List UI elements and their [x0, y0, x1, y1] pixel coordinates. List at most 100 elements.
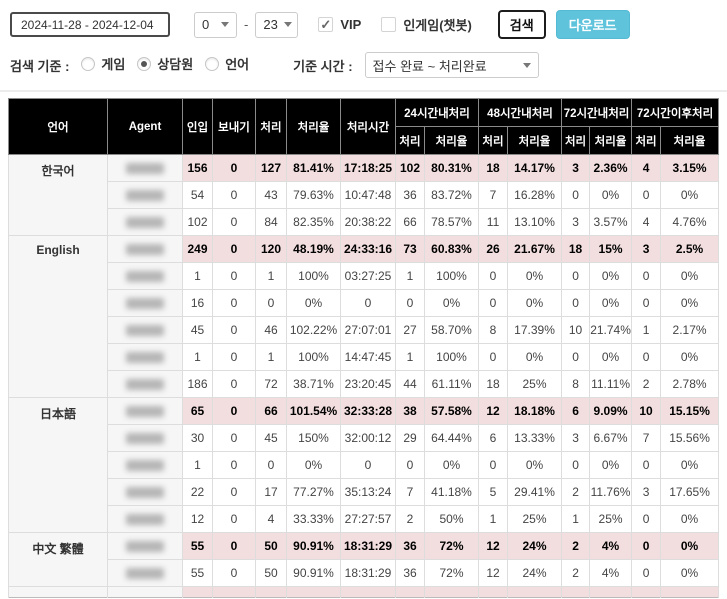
stat-cell: 41.18%: [425, 479, 479, 506]
table-row: 5404379.63%10:47:483683.72%716.28%00%00%: [9, 182, 719, 209]
stat-cell: 50: [256, 533, 287, 560]
stat-cell: 27:07:01: [341, 317, 396, 344]
stat-cell: 0: [562, 182, 590, 209]
search-criteria-label: 검색 기준 :: [10, 56, 69, 75]
stat-cell: 79.63%: [287, 182, 341, 209]
stat-cell: 15%: [590, 236, 632, 263]
search-button[interactable]: 검색: [498, 10, 546, 39]
stat-cell: 61.11%: [425, 371, 479, 398]
column-subheader: 처리: [632, 127, 661, 155]
stat-cell: 0%: [287, 452, 341, 479]
table-row: 10208482.35%20:38:226678.57%1113.10%33.5…: [9, 209, 719, 236]
radio-button-icon: [81, 57, 95, 71]
table-row: 한국어156012781.41%17:18:2510280.31%1814.17…: [9, 155, 719, 182]
stat-cell: 55: [183, 533, 213, 560]
stat-cell: 12: [479, 560, 508, 587]
stat-cell: [479, 587, 508, 598]
stat-cell: 82.35%: [287, 209, 341, 236]
vip-checkbox[interactable]: ✓ VIP: [318, 17, 361, 32]
table-row: English249012048.19%24:33:167360.83%2621…: [9, 236, 719, 263]
column-subheader: 처리: [396, 127, 425, 155]
column-header: Agent: [108, 99, 183, 155]
radio-button-icon: [137, 57, 151, 71]
date-range-input[interactable]: [10, 12, 170, 37]
stat-cell: 38.71%: [287, 371, 341, 398]
stat-cell: 186: [183, 371, 213, 398]
agent-name-redacted: [126, 514, 164, 525]
column-header: 처리율: [287, 99, 341, 155]
stat-cell: 17.65%: [661, 479, 719, 506]
stat-cell: 11.11%: [590, 371, 632, 398]
agent-name-redacted: [126, 433, 164, 444]
stat-cell: 25%: [590, 506, 632, 533]
stat-cell: [661, 587, 719, 598]
agent-name-redacted: [126, 406, 164, 417]
stat-cell: 24%: [508, 560, 562, 587]
table-row: 101100%14:47:451100%00%00%00%: [9, 344, 719, 371]
stat-cell: 50%: [425, 506, 479, 533]
chevron-down-icon: [523, 63, 531, 68]
stat-cell: 4.76%: [661, 209, 719, 236]
hour-from-select[interactable]: 0: [194, 12, 237, 38]
stat-cell: [508, 587, 562, 598]
stat-cell: 0: [396, 290, 425, 317]
stat-cell: 38: [396, 398, 425, 425]
stat-cell: 17:18:25: [341, 155, 396, 182]
stat-cell: 102: [396, 155, 425, 182]
agent-cell: [108, 479, 183, 506]
stat-cell: 43: [256, 182, 287, 209]
stat-cell: 29: [396, 425, 425, 452]
stat-cell: 0%: [590, 290, 632, 317]
stat-cell: 21.67%: [508, 236, 562, 263]
column-header: 인입: [183, 99, 213, 155]
stat-cell: 3.57%: [590, 209, 632, 236]
agent-cell: [108, 344, 183, 371]
agent-name-redacted: [126, 298, 164, 309]
stat-cell: 36: [396, 560, 425, 587]
stat-cell: 14:47:45: [341, 344, 396, 371]
stat-cell: [396, 587, 425, 598]
stat-cell: 0: [213, 263, 256, 290]
stat-cell: 0: [562, 290, 590, 317]
radio-상담원[interactable]: 상담원: [137, 54, 193, 73]
stat-cell: 0%: [508, 344, 562, 371]
radio-게임[interactable]: 게임: [81, 54, 125, 73]
radio-label: 언어: [225, 54, 249, 73]
stat-cell: 60.83%: [425, 236, 479, 263]
stat-cell: 81.41%: [287, 155, 341, 182]
stat-cell: 150%: [287, 425, 341, 452]
ingame-checkbox[interactable]: 인게임(챗봇): [381, 15, 471, 34]
agent-stats-table: 언어Agent인입보내기처리처리율처리시간24시간내처리48시간내처리72시간내…: [8, 98, 719, 598]
time-basis-select[interactable]: 접수 완료 ~ 처리완료: [365, 52, 539, 78]
stat-cell: 17: [256, 479, 287, 506]
stat-cell: 0%: [590, 182, 632, 209]
stat-cell: 17.39%: [508, 317, 562, 344]
stat-cell: 0: [479, 263, 508, 290]
hour-to-select[interactable]: 23: [255, 12, 298, 38]
stat-cell: 66: [396, 209, 425, 236]
stat-cell: 6: [562, 398, 590, 425]
column-subheader: 처리율: [590, 127, 632, 155]
stat-cell: 18:31:29: [341, 560, 396, 587]
chevron-down-icon: [221, 22, 229, 27]
stat-cell: 24:33:16: [341, 236, 396, 263]
agent-cell: [108, 506, 183, 533]
radio-언어[interactable]: 언어: [205, 54, 249, 73]
agent-cell: [108, 263, 183, 290]
stat-cell: 0%: [661, 263, 719, 290]
stat-cell: [590, 587, 632, 598]
stat-cell: 100%: [425, 344, 479, 371]
stat-cell: 1: [183, 263, 213, 290]
download-button[interactable]: 다운로드: [556, 10, 630, 39]
stat-cell: 249: [183, 236, 213, 263]
hour-from-value: 0: [202, 17, 209, 32]
agent-cell: [108, 398, 183, 425]
stat-cell: 0: [213, 371, 256, 398]
agent-cell: [108, 317, 183, 344]
radio-label: 상담원: [157, 54, 193, 73]
stat-cell: 1: [396, 344, 425, 371]
agent-name-redacted: [126, 163, 164, 174]
stat-cell: 0: [213, 317, 256, 344]
stat-cell: 0: [213, 425, 256, 452]
stat-cell: 0: [632, 344, 661, 371]
